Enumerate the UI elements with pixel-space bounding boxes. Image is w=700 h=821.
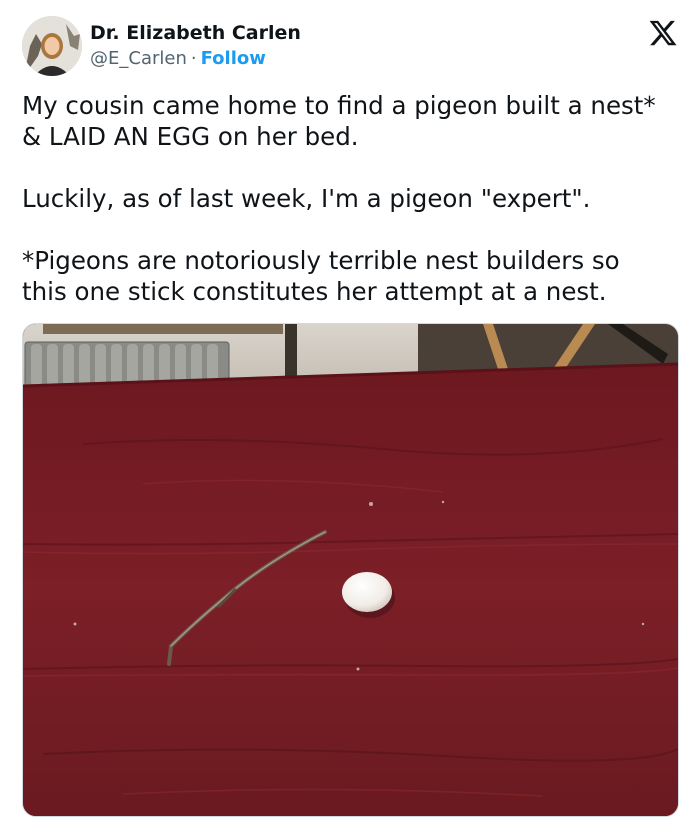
author-display-name[interactable]: Dr. Elizabeth Carlen <box>90 22 301 44</box>
tweet-photo[interactable] <box>22 323 679 817</box>
tweet-header: Dr. Elizabeth Carlen @E_Carlen · Follow <box>22 16 678 78</box>
tweet-paragraph: My cousin came home to find a pigeon bui… <box>22 91 656 151</box>
follow-button[interactable]: Follow <box>201 48 266 69</box>
tweet-paragraph: *Pigeons are notoriously terrible nest b… <box>22 246 620 306</box>
separator-dot: · <box>190 48 197 69</box>
author-handle-line: @E_Carlen · Follow <box>90 48 266 69</box>
tweet-paragraph: Luckily, as of last week, I'm a pigeon "… <box>22 184 591 213</box>
author-handle[interactable]: @E_Carlen <box>90 48 187 69</box>
tweet-text: My cousin came home to find a pigeon bui… <box>22 90 672 307</box>
photo-bed-with-egg-and-stick <box>23 324 678 816</box>
tweet-card: Dr. Elizabeth Carlen @E_Carlen · Follow My… <box>0 0 700 821</box>
x-logo-icon[interactable] <box>648 18 678 48</box>
avatar[interactable] <box>22 16 82 76</box>
avatar-photo <box>22 16 82 76</box>
